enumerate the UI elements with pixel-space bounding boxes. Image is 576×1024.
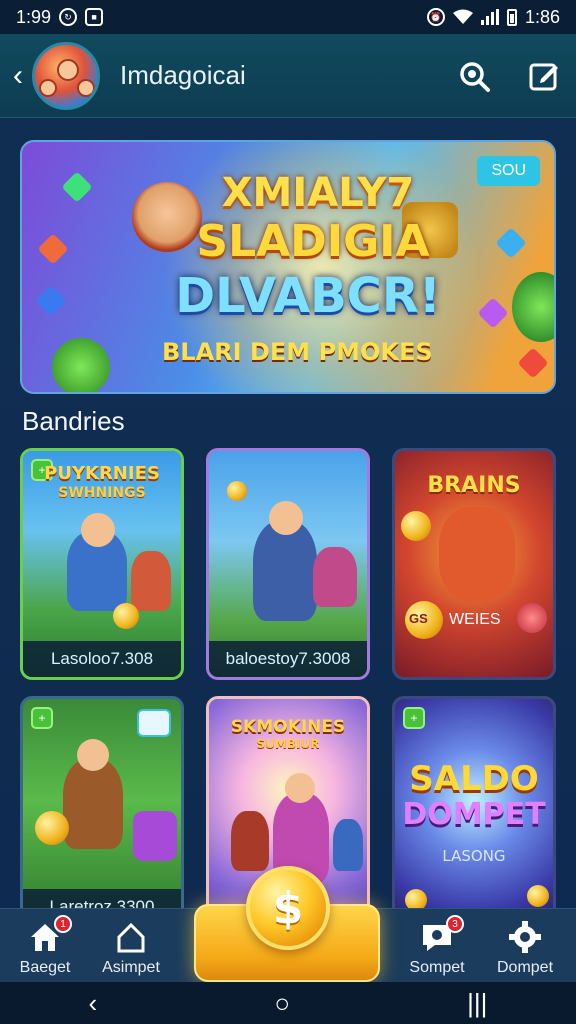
avatar-face bbox=[57, 58, 79, 81]
card-title: BRAINS bbox=[427, 473, 521, 498]
search-button[interactable] bbox=[450, 52, 498, 100]
card-subtitle: SWHNINGS bbox=[58, 485, 146, 501]
card-creature bbox=[439, 507, 515, 601]
nav-label: Asimpet bbox=[102, 959, 160, 976]
coin-icon bbox=[527, 885, 549, 907]
plus-badge-icon: + bbox=[403, 707, 425, 729]
gem-decoration bbox=[517, 347, 549, 379]
app-header: ‹ Imdagoicai bbox=[0, 34, 576, 118]
status-time-right: 1:86 bbox=[524, 6, 560, 27]
banner-line-2: SLADIGIA bbox=[196, 216, 430, 267]
house-outline-icon bbox=[117, 922, 145, 953]
gear-icon bbox=[509, 921, 541, 953]
card-sidekick bbox=[313, 547, 357, 607]
gem-icon bbox=[517, 603, 547, 633]
nav-item-dompet[interactable]: Dompet bbox=[480, 915, 570, 979]
avatar[interactable] bbox=[32, 41, 100, 110]
game-card[interactable]: BRAINS GS WEIES bbox=[392, 448, 556, 680]
system-home-icon[interactable]: ○ bbox=[274, 988, 290, 1019]
nav-item-sompet[interactable]: 3 Sompet bbox=[392, 915, 482, 979]
game-card[interactable]: + PUYKRNIES SWHNINGS Lasoloo7.308 bbox=[20, 448, 184, 680]
nav-badge: 3 bbox=[446, 915, 464, 933]
page-title: Imdagoicai bbox=[120, 60, 246, 90]
game-card[interactable]: baloestoy7.3008 bbox=[206, 448, 370, 680]
card-sidekick bbox=[231, 811, 269, 871]
section-title: Bandries bbox=[22, 406, 125, 436]
treasure-chest bbox=[133, 811, 177, 861]
sync-icon: ↻ bbox=[59, 8, 78, 26]
card-hero-head bbox=[269, 501, 303, 535]
wifi-icon bbox=[452, 9, 473, 24]
coin-icon bbox=[227, 481, 247, 501]
banner-subline: BLARI DEM PMOKES bbox=[162, 338, 433, 366]
card-sidekick bbox=[131, 551, 171, 611]
status-time: 1:99 bbox=[16, 6, 52, 27]
dollar-coin-icon[interactable]: $ bbox=[246, 866, 330, 950]
card-hero-head bbox=[77, 739, 109, 771]
status-bar: 1:99 ↻ ■ ⏰ 1:86 bbox=[0, 0, 576, 34]
system-back-icon[interactable]: ‹ bbox=[89, 988, 98, 1019]
coin-icon bbox=[401, 511, 431, 541]
main-content: SOU XMIALY7 SLADIGIA DLVABCR! BLARI DEM … bbox=[0, 118, 576, 928]
card-chip-right: WEIES bbox=[449, 611, 501, 628]
status-right: ⏰ 1:86 bbox=[426, 6, 560, 28]
promo-banner[interactable]: SOU XMIALY7 SLADIGIA DLVABCR! BLARI DEM … bbox=[20, 140, 556, 394]
card-subtitle: SUMBIUR bbox=[256, 737, 320, 751]
card-chip-left: GS bbox=[409, 611, 428, 626]
battery-icon bbox=[506, 8, 517, 26]
card-hero bbox=[253, 521, 317, 621]
edit-button[interactable] bbox=[520, 52, 568, 100]
alarm-icon: ⏰ bbox=[426, 8, 445, 26]
nav-label: Baeget bbox=[19, 959, 71, 976]
card-hero-head bbox=[285, 773, 315, 803]
game-card[interactable]: + Laretroz 3300 bbox=[20, 696, 184, 928]
plus-badge-icon: + bbox=[31, 707, 53, 729]
mini-screen-icon bbox=[137, 709, 171, 737]
nav-label: Sompet bbox=[409, 959, 465, 976]
coin-icon bbox=[35, 811, 69, 845]
system-recents-icon[interactable]: ||| bbox=[467, 988, 487, 1019]
nav-badge: 1 bbox=[54, 915, 72, 933]
banner-line-1: XMIALY7 bbox=[221, 170, 415, 216]
search-icon bbox=[460, 61, 490, 92]
status-left: 1:99 ↻ ■ bbox=[16, 6, 104, 28]
avatar-face-right bbox=[77, 78, 95, 97]
chevron-left-icon: ‹ bbox=[13, 58, 23, 92]
coin-icon bbox=[113, 603, 139, 629]
notification-icon: ■ bbox=[85, 8, 104, 26]
card-title: SKMOKINES bbox=[230, 717, 346, 737]
nav-label: Dompet bbox=[496, 959, 554, 976]
card-label: Lasoloo7.308 bbox=[23, 641, 181, 677]
edit-icon bbox=[529, 63, 558, 90]
card-label: baloestoy7.3008 bbox=[209, 641, 367, 677]
card-hero bbox=[63, 759, 123, 849]
system-nav-bar: ‹ ○ ||| bbox=[0, 982, 576, 1024]
nav-item-asimpet[interactable]: Asimpet bbox=[86, 915, 176, 979]
card-hero-head bbox=[81, 513, 115, 547]
signal-icon bbox=[480, 9, 499, 25]
card-title: SALDO bbox=[409, 759, 539, 799]
back-button[interactable]: ‹ bbox=[8, 59, 28, 93]
game-card[interactable]: + SALDO DOMPET LASONG bbox=[392, 696, 556, 928]
nav-item-baeget[interactable]: 1 Baeget bbox=[0, 915, 90, 979]
card-title: PUYKRNIES bbox=[44, 463, 160, 484]
green-monster bbox=[52, 338, 110, 392]
avatar-face-left bbox=[39, 78, 57, 97]
card-subtitle: DOMPET bbox=[402, 797, 546, 832]
card-caption: LASONG bbox=[442, 847, 506, 865]
banner-line-3: DLVABCR! bbox=[175, 268, 441, 324]
card-sidekick bbox=[333, 819, 363, 871]
